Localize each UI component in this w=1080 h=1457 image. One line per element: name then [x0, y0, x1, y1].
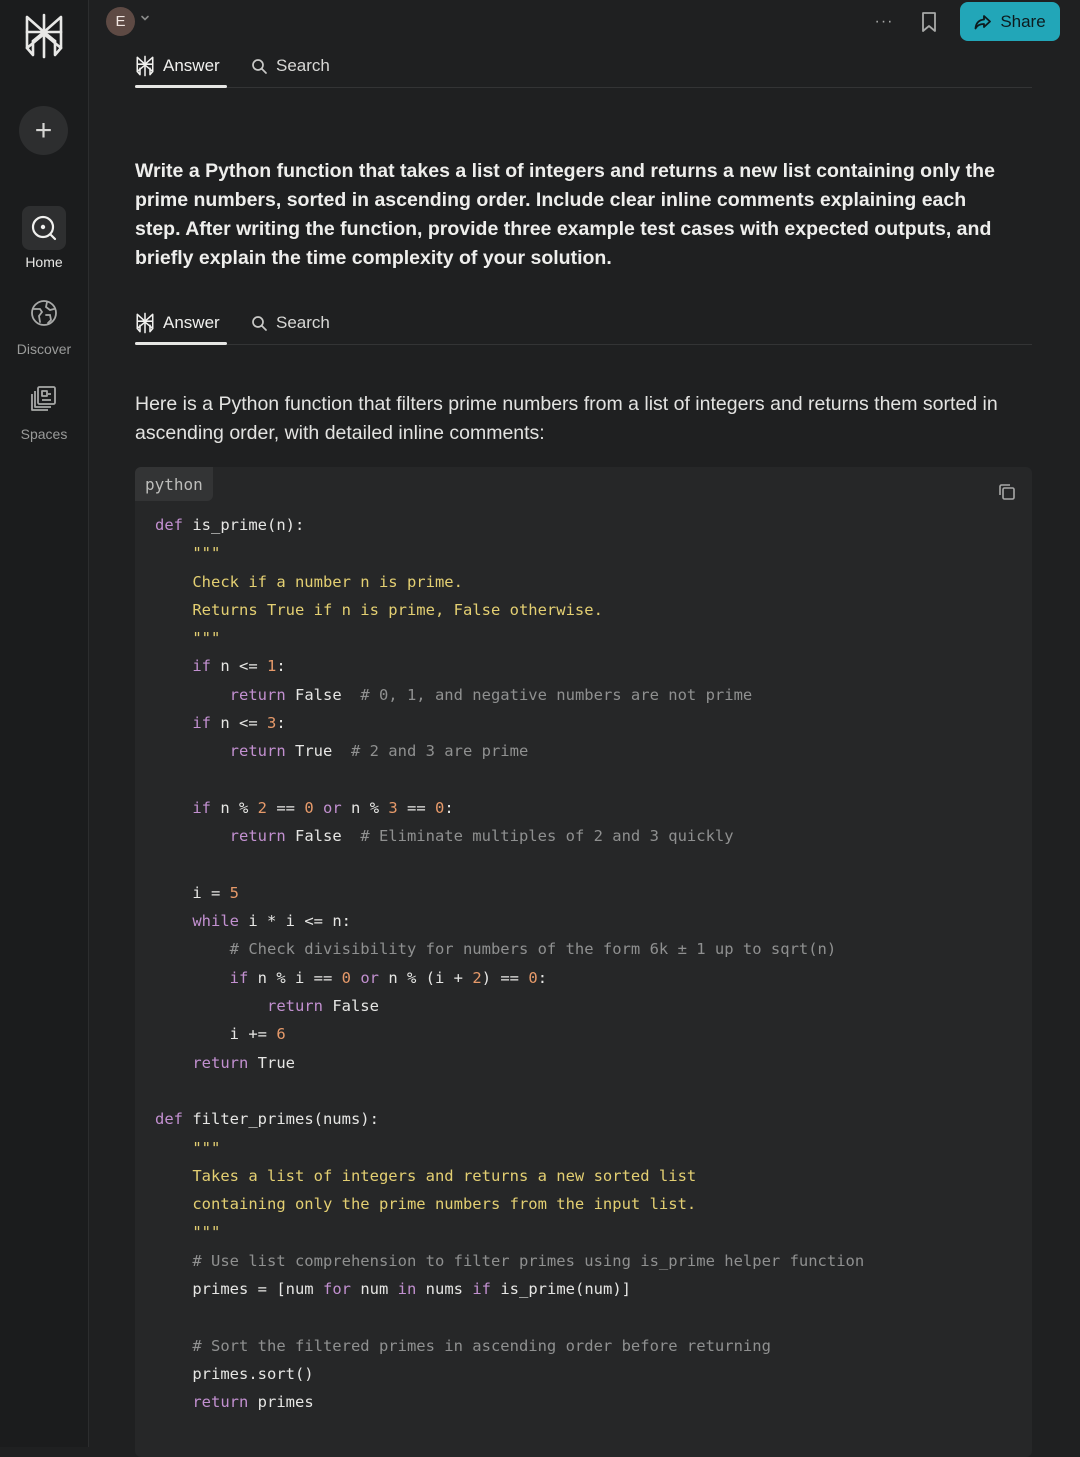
plus-icon: + — [34, 113, 53, 147]
code-line: """ — [155, 629, 221, 648]
tab-search[interactable]: Search — [251, 302, 351, 344]
sidebar-item-label: Spaces — [20, 426, 68, 442]
code-line: primes = [num for num in nums if is_prim… — [155, 1280, 631, 1299]
search-icon — [252, 315, 267, 331]
tab-answer[interactable]: Answer — [135, 45, 227, 88]
code-line: if n <= 1: — [192, 657, 286, 676]
code-line: i = 5 — [155, 883, 239, 902]
bookmark-icon[interactable] — [918, 10, 940, 34]
spaces-icon — [22, 376, 66, 420]
code-line: """ — [155, 544, 221, 563]
share-label: Share — [1000, 11, 1046, 31]
home-icon — [22, 206, 66, 250]
share-icon — [974, 14, 992, 29]
globe-icon — [22, 291, 66, 335]
code-language-label: python — [135, 467, 213, 501]
code-line: i += 6 — [155, 1025, 286, 1044]
code-line: Check if a number n is prime. — [155, 572, 463, 591]
tab-label: Answer — [163, 313, 220, 332]
code-content: def is_prime(n): """ Check if a number n… — [155, 511, 864, 1417]
code-line: primes.sort() — [155, 1364, 314, 1383]
code-line: """ — [155, 1138, 221, 1157]
sidebar-item-label: Discover — [16, 341, 72, 357]
code-line: """ — [155, 1223, 221, 1242]
code-line: # Check divisibility for numbers of the … — [229, 940, 837, 959]
avatar-initial: E — [115, 13, 126, 30]
sidebar-item-label: Home — [25, 254, 63, 270]
more-options-button[interactable]: ··· — [872, 10, 896, 34]
code-line: return primes — [192, 1393, 314, 1412]
sidebar-item-spaces[interactable]: Spaces — [0, 376, 88, 442]
more-icon: ··· — [874, 13, 894, 30]
code-line: while i * i <= n: — [192, 912, 351, 931]
sidebar-item-home[interactable]: Home — [0, 206, 88, 270]
code-line: if n <= 3: — [192, 714, 286, 733]
code-line: if n % i == 0 or n % (i + 2) == 0: — [229, 968, 548, 987]
code-line: def is_prime(n): — [155, 516, 305, 534]
code-block: python def is_prime(n): """ Check if a n… — [135, 467, 1032, 1457]
code-line: def filter_primes(nums): — [155, 1110, 379, 1129]
tab-bar-top: Answer Search — [135, 45, 1032, 88]
tab-search[interactable]: Search — [251, 45, 351, 87]
sidebar-item-discover[interactable]: Discover — [0, 291, 88, 357]
tab-answer[interactable]: Answer — [135, 302, 227, 345]
copy-icon[interactable] — [997, 482, 1017, 502]
avatar[interactable]: E — [106, 7, 135, 36]
code-line: # Use list comprehension to filter prime… — [192, 1251, 865, 1270]
code-line: # Sort the filtered primes in ascending … — [192, 1336, 771, 1355]
code-line: Takes a list of integers and returns a n… — [155, 1166, 697, 1185]
tab-bar-answer: Answer Search — [135, 302, 1032, 345]
share-button[interactable]: Share — [960, 2, 1060, 41]
code-line: return True # 2 and 3 are prime — [229, 742, 529, 761]
search-icon — [252, 58, 267, 74]
sidebar: + Home Discover Spaces — [0, 0, 89, 1447]
perplexity-logo-icon[interactable] — [22, 13, 66, 59]
code-line: containing only the prime numbers from t… — [155, 1195, 697, 1214]
code-line: return False # 0, 1, and negative number… — [229, 685, 753, 704]
perplexity-icon — [136, 312, 154, 334]
answer-intro-text: Here is a Python function that filters p… — [135, 393, 998, 444]
tab-label: Search — [276, 56, 330, 75]
tab-label: Answer — [163, 56, 220, 75]
code-line: if n % 2 == 0 or n % 3 == 0: — [192, 798, 454, 817]
chevron-down-icon[interactable] — [139, 12, 151, 24]
new-thread-button[interactable]: + — [19, 106, 68, 155]
code-line: return False — [266, 997, 379, 1016]
perplexity-icon — [136, 55, 154, 77]
code-line: return True — [192, 1053, 295, 1072]
code-line: return False # Eliminate multiples of 2 … — [229, 827, 734, 846]
query-text: Write a Python function that takes a lis… — [135, 160, 995, 269]
tab-label: Search — [276, 313, 330, 332]
code-line: Returns True if n is prime, False otherw… — [155, 600, 603, 619]
